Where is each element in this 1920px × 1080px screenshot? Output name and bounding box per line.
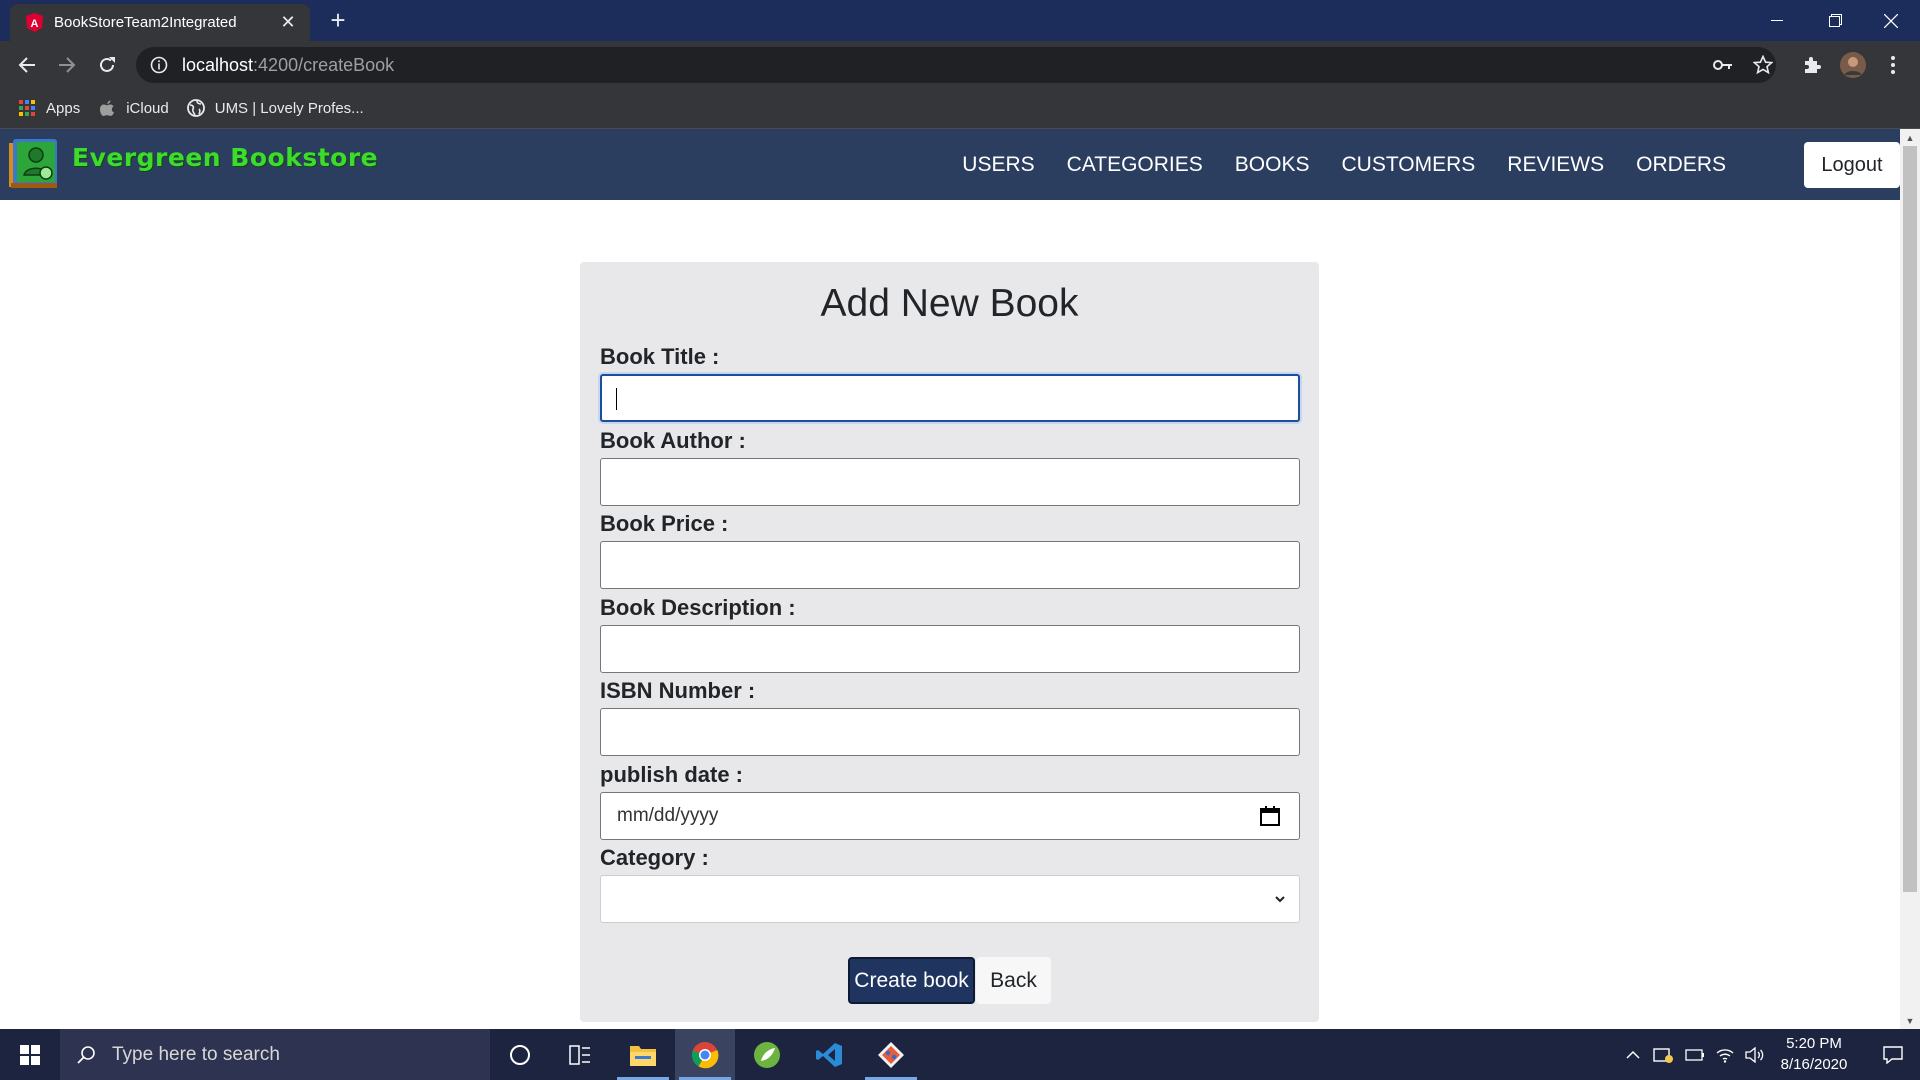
new-tab-icon[interactable]: +: [322, 6, 354, 36]
book-title-label: Book Title :: [600, 344, 720, 369]
close-window-icon[interactable]: [1862, 0, 1920, 41]
bookmark-label: Apps: [46, 99, 81, 117]
book-description-input[interactable]: [600, 625, 1300, 673]
nav-users[interactable]: USERS: [962, 153, 1034, 177]
file-explorer-icon[interactable]: [613, 1029, 673, 1080]
publish-date-label: publish date :: [600, 762, 743, 787]
cortana-icon[interactable]: [490, 1029, 550, 1080]
nav-books[interactable]: BOOKS: [1235, 153, 1310, 177]
browser-tab[interactable]: A BookStoreTeam2Integrated ✕: [10, 4, 310, 41]
windows-start-icon[interactable]: [0, 1029, 60, 1080]
apps-grid-icon: [18, 99, 36, 117]
publish-date-input[interactable]: mm/dd/yyyy: [600, 792, 1300, 840]
apple-icon: [98, 99, 116, 117]
task-view-icon[interactable]: [550, 1029, 610, 1080]
vscode-icon[interactable]: [799, 1029, 859, 1080]
bookmark-apps[interactable]: Apps: [18, 93, 80, 123]
logout-button[interactable]: Logout: [1804, 142, 1900, 188]
security-icon[interactable]: [1650, 1029, 1676, 1080]
svg-text:A: A: [31, 18, 39, 30]
book-author-label: Book Author :: [600, 428, 746, 453]
browser-toolbar: localhost:4200/createBook: [0, 41, 1920, 88]
minimize-icon[interactable]: [1748, 0, 1806, 41]
star-icon[interactable]: [1746, 48, 1780, 82]
back-button[interactable]: Back: [976, 957, 1051, 1004]
isbn-number-input[interactable]: [600, 708, 1300, 756]
book-title-input[interactable]: [600, 374, 1300, 422]
globe-icon: [186, 99, 205, 117]
bookmarks-bar: Apps iCloud UMS | Lovely Profes...: [0, 88, 1920, 129]
nav-reviews[interactable]: REVIEWS: [1507, 153, 1604, 177]
scroll-down-arrow-icon[interactable]: ▼: [1900, 1012, 1920, 1029]
search-placeholder: Type here to search: [112, 1043, 280, 1065]
nav-orders[interactable]: ORDERS: [1636, 153, 1726, 177]
url-path: :4200/createBook: [253, 54, 395, 75]
book-description-label: Book Description :: [600, 595, 796, 620]
address-bar[interactable]: localhost:4200/createBook: [136, 47, 1776, 83]
bookmark-label: iCloud: [126, 99, 169, 117]
reload-icon[interactable]: [90, 48, 124, 82]
angular-icon: A: [25, 13, 44, 32]
clock-date: 8/16/2020: [1780, 1056, 1848, 1073]
git-kraken-icon[interactable]: [861, 1029, 921, 1080]
show-hidden-icons-icon[interactable]: [1620, 1029, 1646, 1080]
tab-title: BookStoreTeam2Integrated: [54, 14, 237, 31]
category-label: Category :: [600, 845, 709, 870]
bookmark-ums[interactable]: UMS | Lovely Profes...: [186, 93, 364, 123]
page-scrollbar[interactable]: ▲ ▼: [1900, 129, 1920, 1029]
restore-icon[interactable]: [1806, 0, 1864, 41]
wifi-icon[interactable]: [1712, 1029, 1738, 1080]
spring-tool-suite-icon[interactable]: [737, 1029, 797, 1080]
key-icon[interactable]: [1706, 48, 1740, 82]
page-title: Add New Book: [820, 282, 1079, 325]
app-navbar: Evergreen Bookstore USERS CATEGORIES BOO…: [0, 129, 1900, 200]
battery-icon[interactable]: [1682, 1029, 1708, 1080]
search-icon: [76, 1045, 96, 1065]
tab-close-icon[interactable]: ✕: [274, 12, 302, 33]
brand-name[interactable]: Evergreen Bookstore: [72, 143, 378, 172]
text-caret: [616, 388, 617, 410]
scroll-up-arrow-icon[interactable]: ▲: [1900, 129, 1920, 146]
create-book-button[interactable]: Create book: [848, 957, 975, 1004]
system-clock[interactable]: 5:20 PM 8/16/2020: [1764, 1033, 1864, 1077]
book-author-input[interactable]: [600, 458, 1300, 506]
url-host: localhost: [182, 54, 254, 75]
page-viewport: Evergreen Bookstore USERS CATEGORIES BOO…: [0, 129, 1920, 1029]
profile-avatar[interactable]: [1836, 48, 1870, 82]
url-text: localhost:4200/createBook: [182, 55, 394, 76]
info-icon[interactable]: [148, 54, 170, 76]
chrome-icon[interactable]: [675, 1029, 735, 1080]
menu-kebab-icon[interactable]: [1876, 48, 1910, 82]
back-arrow-icon[interactable]: [10, 48, 44, 82]
bookmark-label: UMS | Lovely Profes...: [214, 99, 364, 117]
book-price-input[interactable]: [600, 541, 1300, 589]
main-nav: USERS CATEGORIES BOOKS CUSTOMERS REVIEWS…: [930, 129, 1726, 200]
windows-taskbar: Type here to search 5:20 PM 8/16/2020: [0, 1029, 1920, 1080]
notifications-icon[interactable]: [1866, 1029, 1920, 1080]
browser-tab-bar: A BookStoreTeam2Integrated ✕ +: [0, 0, 1920, 41]
category-select[interactable]: [600, 875, 1300, 923]
calendar-icon[interactable]: [1259, 805, 1281, 827]
clock-time: 5:20 PM: [1786, 1035, 1842, 1052]
isbn-number-label: ISBN Number :: [600, 678, 756, 703]
bookmark-icloud[interactable]: iCloud: [98, 93, 169, 123]
scroll-thumb[interactable]: [1903, 146, 1917, 892]
extensions-icon[interactable]: [1795, 48, 1829, 82]
book-price-label: Book Price :: [600, 511, 729, 536]
nav-categories[interactable]: CATEGORIES: [1067, 153, 1203, 177]
add-book-form: Add New Book Book Title : Book Author : …: [580, 262, 1319, 1022]
forward-arrow-icon[interactable]: [50, 48, 84, 82]
nav-customers[interactable]: CUSTOMERS: [1341, 153, 1475, 177]
taskbar-search[interactable]: Type here to search: [60, 1029, 490, 1080]
chevron-down-icon: [1273, 892, 1287, 906]
bookstore-logo-icon[interactable]: [7, 133, 65, 191]
date-placeholder: mm/dd/yyyy: [617, 805, 719, 826]
